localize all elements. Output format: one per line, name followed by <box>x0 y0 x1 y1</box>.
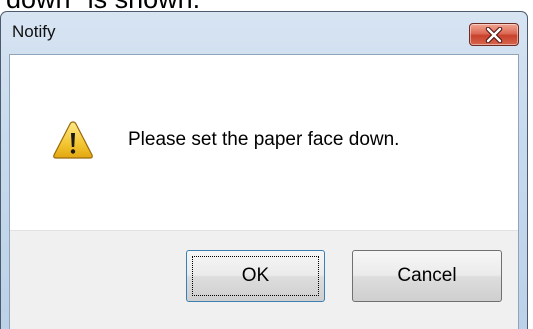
title-bar[interactable]: Notify <box>1 12 527 54</box>
close-button[interactable] <box>469 23 519 46</box>
button-bar: OK Cancel <box>10 230 518 329</box>
warning-icon <box>53 121 93 159</box>
ok-button-label: OK <box>241 265 270 286</box>
notify-dialog: Notify Please set the paper face down. O… <box>0 11 528 329</box>
screenshot-page: down" is shown. Notify <box>0 0 533 329</box>
cancel-button[interactable]: Cancel <box>352 250 502 302</box>
dialog-message: Please set the paper face down. <box>128 129 400 150</box>
cancel-button-label: Cancel <box>397 265 457 286</box>
dialog-body: Please set the paper face down. OK Cance… <box>9 54 519 329</box>
message-area: Please set the paper face down. <box>10 55 518 230</box>
close-icon <box>485 27 503 43</box>
dialog-title: Notify <box>12 22 56 41</box>
ok-button[interactable]: OK <box>186 250 325 302</box>
